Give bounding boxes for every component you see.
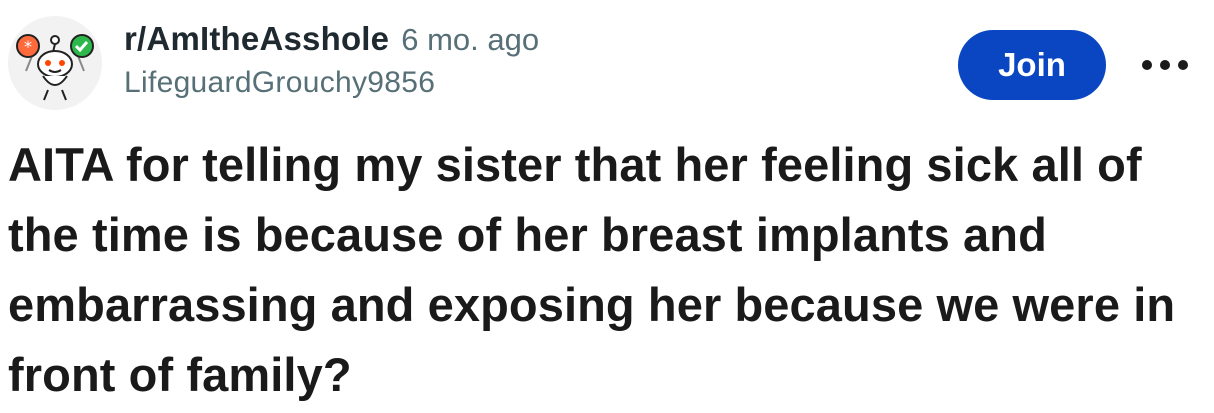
svg-text:*: * [24, 37, 32, 56]
more-dot [1142, 60, 1152, 70]
post-card: * r/AmItheAsshole 6 mo. ago LifeguardGro… [0, 0, 1214, 413]
post-header: * r/AmItheAsshole 6 mo. ago LifeguardGro… [0, 0, 1214, 118]
more-dot [1178, 60, 1188, 70]
join-button[interactable]: Join [958, 30, 1106, 100]
more-options-icon[interactable] [1142, 50, 1188, 80]
username-link[interactable]: LifeguardGrouchy9856 [124, 66, 539, 100]
more-dot [1160, 60, 1170, 70]
meta-line: r/AmItheAsshole 6 mo. ago [124, 20, 539, 58]
subreddit-link[interactable]: r/AmItheAsshole [124, 20, 389, 58]
reddit-snoo-avatar-icon[interactable]: * [8, 16, 102, 110]
post-title[interactable]: AITA for telling my sister that her feel… [8, 130, 1208, 410]
post-time: 6 mo. ago [401, 22, 540, 57]
post-meta: r/AmItheAsshole 6 mo. ago LifeguardGrouc… [124, 20, 539, 100]
